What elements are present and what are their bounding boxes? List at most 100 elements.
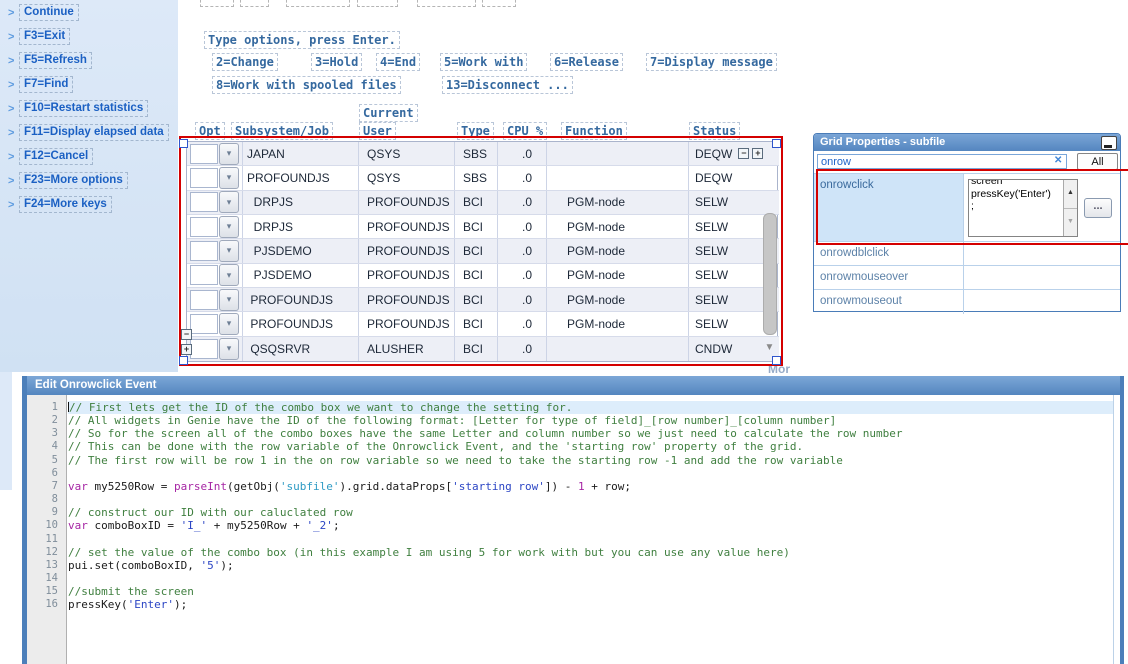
code-line[interactable]: pui.set(comboBoxID, '5'); [68,559,1113,572]
subfile-row[interactable]: ▾JAPANQSYSSBS.0DEQW−+ [187,142,779,166]
code-line[interactable]: pressKey('Enter'); [68,598,1113,611]
property-row-onrowmouseout[interactable]: onrowmouseout [814,290,1120,314]
chevron-down-icon[interactable]: ▾ [219,216,239,238]
code-line[interactable] [68,532,1113,545]
option-label[interactable]: 5=Work with [440,53,527,71]
subfile-row[interactable]: ▾ QSQSRVRALUSHERBCI.0CNDW [187,337,779,361]
chevron-down-icon[interactable]: ▾ [219,240,239,262]
sidebar-item-continue[interactable]: >Continue [8,4,178,21]
code-line[interactable]: // The first row will be row 1 in the on… [68,454,1113,467]
column-header[interactable]: Function [561,122,627,140]
minimize-icon[interactable] [1101,136,1117,150]
code-line[interactable]: var my5250Row = parseInt(getObj('subfile… [68,480,1113,493]
property-row-onrowmouseover[interactable]: onrowmouseover [814,266,1120,290]
opt-input[interactable] [190,339,218,359]
property-row-onrowdblclick[interactable]: onrowdblclick [814,242,1120,266]
column-header[interactable]: Subsystem/Job [231,122,333,140]
sidebar-item-f11-display-elapsed-data[interactable]: >F11=Display elapsed data [8,124,178,141]
all-properties-button[interactable]: All [1077,153,1118,170]
code-line[interactable]: // All widgets in Genie have the ID of t… [68,414,1113,427]
property-value-cell[interactable] [964,290,1120,314]
option-label[interactable]: 7=Display message [646,53,777,71]
value-spinner[interactable]: ▲ ▼ [1063,180,1077,236]
subfile-row[interactable]: ▾ PROFOUNDJSPROFOUNDJSBCI.0PGM-nodeSELW [187,312,779,336]
prompt-text[interactable]: Type options, press Enter. [204,31,400,49]
opt-combobox[interactable]: ▾ [190,191,239,213]
opt-input[interactable] [190,265,218,285]
chevron-down-icon[interactable]: ▾ [219,191,239,213]
property-value-cell[interactable] [964,266,1120,289]
code-line[interactable]: //submit the screen [68,585,1113,598]
opt-combobox[interactable]: ▾ [190,289,239,311]
option-label[interactable]: 13=Disconnect ... [442,76,573,94]
column-header[interactable]: Opt [195,122,225,140]
subfile-row[interactable]: ▾ PROFOUNDJSPROFOUNDJSBCI.0PGM-nodeSELW [187,288,779,312]
spinner-down-icon[interactable]: ▼ [1064,209,1077,237]
opt-combobox[interactable]: ▾ [190,216,239,238]
option-label[interactable]: 8=Work with spooled files [212,76,401,94]
opt-input[interactable] [190,241,218,261]
clear-search-icon[interactable]: ✕ [1054,155,1062,166]
column-header[interactable]: User [359,122,396,140]
opt-input[interactable] [190,314,218,334]
code-line[interactable]: // set the value of the combo box (in th… [68,546,1113,559]
code-editor[interactable]: // First lets get the ID of the combo bo… [68,395,1114,664]
code-line[interactable] [68,467,1113,480]
opt-input[interactable] [190,217,218,237]
subfile-grid[interactable]: ▾JAPANQSYSSBS.0DEQW−+▾PROFOUNDJSQSYSSBS.… [186,141,778,362]
opt-combobox[interactable]: ▾ [190,167,239,189]
subfile-row[interactable]: ▾ DRPJSPROFOUNDJSBCI.0PGM-nodeSELW [187,215,779,239]
collapse-icon[interactable]: − [181,329,192,340]
opt-input[interactable] [190,290,218,310]
chevron-down-icon[interactable]: ▾ [219,264,239,286]
selection-handle[interactable] [179,139,188,148]
property-search-input[interactable] [817,154,1067,169]
spinner-up-icon[interactable]: ▲ [1064,180,1077,209]
option-label[interactable]: 4=End [376,53,420,71]
scroll-down-icon[interactable]: ▼ [763,342,776,358]
code-line[interactable]: // So for the screen all of the combo bo… [68,427,1113,440]
opt-input[interactable] [190,144,218,164]
edit-value-button[interactable]: ... [1084,198,1112,218]
onrowclick-value-textarea[interactable]: screen pressKey('Enter') ; ▲ ▼ [968,179,1078,237]
sidebar-item-f24-more-keys[interactable]: >F24=More keys [8,196,178,213]
chevron-down-icon[interactable]: ▾ [219,143,239,165]
option-label[interactable]: 3=Hold [311,53,362,71]
popout-icon[interactable]: + [752,148,763,159]
opt-combobox[interactable]: ▾ [190,264,239,286]
sidebar-item-f23-more-options[interactable]: >F23=More options [8,172,178,189]
sidebar-item-f10-restart-statistics[interactable]: >F10=Restart statistics [8,100,178,117]
opt-combobox[interactable]: ▾ [190,240,239,262]
subfile-row[interactable]: ▾PROFOUNDJSQSYSSBS.0DEQW [187,166,779,190]
column-header[interactable]: Status [689,122,740,140]
sidebar-item-f5-refresh[interactable]: >F5=Refresh [8,52,178,69]
opt-input[interactable] [190,168,218,188]
property-value-cell[interactable] [964,242,1120,265]
opt-input[interactable] [190,192,218,212]
sidebar-item-f7-find[interactable]: >F7=Find [8,76,178,93]
subfile-row[interactable]: ▾ DRPJSPROFOUNDJSBCI.0PGM-nodeSELW [187,191,779,215]
column-header[interactable]: Type [457,122,494,140]
code-line[interactable] [68,572,1113,585]
expand-icon[interactable]: + [181,344,192,355]
code-line[interactable]: // First lets get the ID of the combo bo… [68,401,1113,414]
dialog-title-bar[interactable]: Edit Onrowclick Event [27,376,1124,395]
opt-combobox[interactable]: ▾ [190,338,239,360]
current-label[interactable]: Current [359,104,418,122]
subfile-row[interactable]: ▾ PJSDEMOPROFOUNDJSBCI.0PGM-nodeSELW [187,264,779,288]
selection-handle[interactable] [179,356,188,365]
sidebar-item-f12-cancel[interactable]: >F12=Cancel [8,148,178,165]
chevron-down-icon[interactable]: ▾ [219,167,239,189]
code-line[interactable]: var comboBoxID = 'I_' + my5250Row + '_2'… [68,519,1113,532]
sidebar-item-f3-exit[interactable]: >F3=Exit [8,28,178,45]
collapse-icon[interactable]: − [738,148,749,159]
option-label[interactable]: 2=Change [212,53,278,71]
opt-combobox[interactable]: ▾ [190,143,239,165]
panel-title-bar[interactable]: Grid Properties - subfile [814,134,1120,151]
opt-combobox[interactable]: ▾ [190,313,239,335]
grid-scrollbar-thumb[interactable] [763,213,777,335]
chevron-down-icon[interactable]: ▾ [219,313,239,335]
property-row-onrowclick[interactable]: onrowclick screen pressKey('Enter') ; ▲ … [814,174,1120,242]
code-line[interactable] [68,493,1113,506]
column-header[interactable]: CPU % [503,122,547,140]
